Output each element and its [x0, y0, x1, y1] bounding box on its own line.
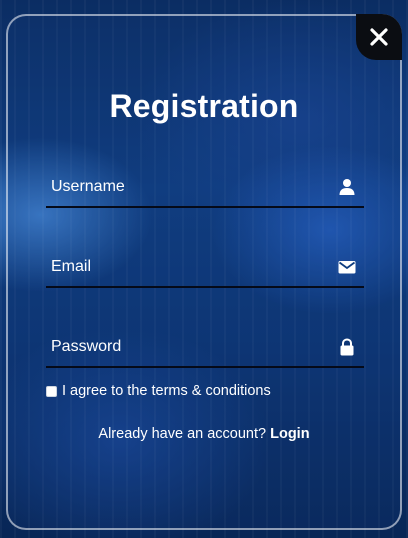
terms-label: I agree to the terms & conditions: [62, 383, 271, 399]
page-title: Registration: [109, 88, 299, 124]
password-input[interactable]: [46, 330, 331, 364]
password-field-group: [46, 330, 364, 368]
login-link[interactable]: Login: [270, 426, 309, 442]
close-icon: [370, 28, 388, 46]
email-input[interactable]: [46, 250, 331, 284]
login-prompt: Already have an account? Login: [0, 426, 408, 442]
terms-checkbox-row[interactable]: I agree to the terms & conditions: [46, 383, 271, 399]
lock-icon: [340, 338, 354, 356]
close-button[interactable]: [356, 14, 402, 60]
username-field-group: [46, 170, 364, 208]
username-input[interactable]: [46, 170, 331, 204]
email-field-group: [46, 250, 364, 288]
login-prompt-text: Already have an account?: [98, 426, 267, 442]
envelope-icon: [338, 261, 356, 274]
terms-checkbox[interactable]: [46, 385, 57, 397]
user-icon: [339, 179, 355, 195]
